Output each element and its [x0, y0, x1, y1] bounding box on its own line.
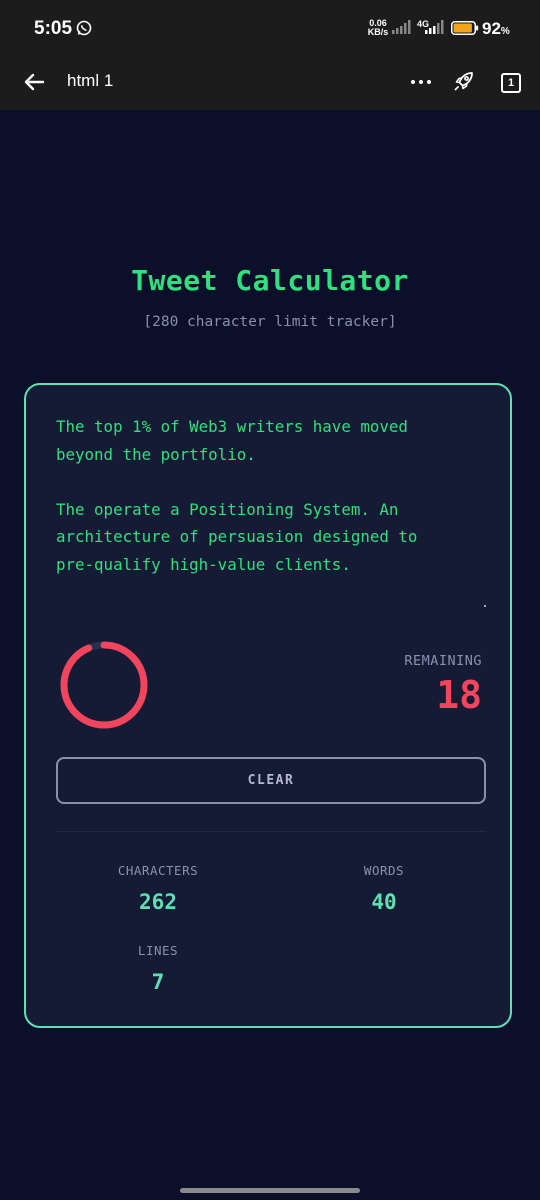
tweet-textarea[interactable]: The top 1% of Web3 writers have moved be… — [56, 413, 486, 579]
network-speed-unit: KB/s — [367, 27, 389, 37]
page-subtitle: [280 character limit tracker] — [143, 314, 397, 330]
stat-words-value: 40 — [371, 890, 397, 914]
signal-4g-icon — [425, 20, 444, 34]
status-bar: 5:05 0.06 KB/s 4G 92% — [0, 0, 540, 58]
remaining-count: 18 — [436, 673, 482, 717]
stat-lines: LINES 7 — [83, 943, 233, 994]
textarea-resize-handle[interactable] — [484, 605, 486, 607]
tabs-count-button[interactable]: 1 — [501, 73, 521, 93]
battery-icon — [451, 21, 479, 35]
stat-characters: CHARACTERS 262 — [83, 863, 233, 914]
stat-lines-label: LINES — [137, 943, 179, 958]
divider — [56, 831, 486, 832]
status-time: 5:05 — [34, 18, 73, 39]
network-speed: 0.06 KB/s — [366, 19, 390, 37]
battery-percent: 92% — [482, 19, 510, 39]
battery-percent-unit: % — [500, 26, 510, 37]
calculator-card: The top 1% of Web3 writers have moved be… — [24, 383, 512, 1028]
signal-icon — [392, 20, 411, 34]
page-title: Tweet Calculator — [131, 264, 409, 297]
clear-button[interactable]: CLEAR — [56, 757, 486, 804]
battery-percent-value: 92 — [482, 19, 501, 38]
stat-words: WORDS 40 — [309, 863, 459, 914]
whatsapp-icon — [76, 20, 92, 36]
app-bar: html 1 1 — [0, 58, 540, 110]
home-indicator[interactable] — [180, 1188, 360, 1193]
stat-characters-value: 262 — [139, 890, 177, 914]
rocket-icon[interactable] — [452, 69, 476, 93]
remaining-label: REMAINING — [404, 653, 482, 669]
more-options-icon[interactable] — [410, 78, 432, 86]
progress-ring — [60, 641, 148, 729]
stat-words-label: WORDS — [363, 863, 405, 878]
stat-characters-label: CHARACTERS — [117, 863, 199, 878]
app-bar-title: html 1 — [67, 71, 114, 90]
stat-lines-value: 7 — [151, 970, 165, 994]
back-arrow-icon[interactable] — [22, 70, 46, 94]
